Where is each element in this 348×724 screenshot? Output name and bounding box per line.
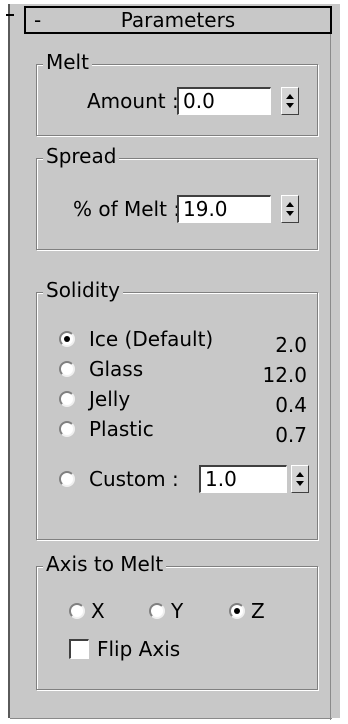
option-ice-label[interactable]: Ice (Default) [89,327,213,351]
spinner-up-icon [286,94,294,99]
radio-glass[interactable] [59,361,75,377]
radio-selected-dot [64,336,70,342]
axis-x-label[interactable]: X [91,599,105,623]
spinner-up-icon [286,202,294,207]
percent-of-melt-label: % of Melt : [73,197,181,221]
flip-axis-label[interactable]: Flip Axis [97,637,180,661]
flip-axis-checkbox[interactable] [69,639,89,659]
percent-of-melt-input[interactable]: 19.0 [177,195,271,223]
rollout-right-edge [330,34,331,720]
percent-spinner-icon[interactable] [281,195,299,223]
rollout-bracket-tick [6,14,14,16]
option-ice-value: 2.0 [275,333,307,357]
spinner-down-icon [296,481,304,486]
spread-group: Spread % of Melt : 19.0 [36,144,318,250]
custom-spinner-icon[interactable] [291,465,309,493]
amount-spinner-icon[interactable] [281,87,299,115]
spinner-up-icon [296,472,304,477]
option-plastic-label[interactable]: Plastic [89,417,154,441]
custom-value-input[interactable]: 1.0 [199,465,287,493]
option-glass-value: 12.0 [262,363,307,387]
radio-axis-z[interactable] [229,603,245,619]
option-plastic-value: 0.7 [275,423,307,447]
option-jelly-label[interactable]: Jelly [89,387,130,411]
axis-group-title: Axis to Melt [43,552,167,576]
radio-axis-x[interactable] [69,603,85,619]
amount-input[interactable]: 0.0 [177,87,271,115]
spinner-down-icon [286,103,294,108]
solidity-group: Solidity Ice (Default) 2.0 Glass 12.0 Je… [36,278,318,540]
spinner-down-icon [286,211,294,216]
spread-group-title: Spread [43,144,120,168]
axis-z-label[interactable]: Z [251,599,265,623]
solidity-group-title: Solidity [43,278,123,302]
axis-y-label[interactable]: Y [171,599,183,623]
axis-to-melt-group: Axis to Melt X Y Z Flip Axis [36,552,318,690]
rollout-bottom-edge [10,718,332,719]
radio-axis-y[interactable] [149,603,165,619]
melt-group-title: Melt [43,50,92,74]
radio-jelly[interactable] [59,391,75,407]
amount-label: Amount : [87,89,179,113]
radio-selected-dot [234,608,240,614]
radio-ice[interactable] [59,331,75,347]
option-custom-label[interactable]: Custom : [89,467,179,491]
radio-plastic[interactable] [59,421,75,437]
melt-group: Melt Amount : 0.0 [36,50,318,136]
option-glass-label[interactable]: Glass [89,357,143,381]
radio-custom[interactable] [59,471,75,487]
option-jelly-value: 0.4 [275,393,307,417]
rollout-title: Parameters [120,8,236,32]
rollout-header-button[interactable]: - Parameters [24,6,332,34]
